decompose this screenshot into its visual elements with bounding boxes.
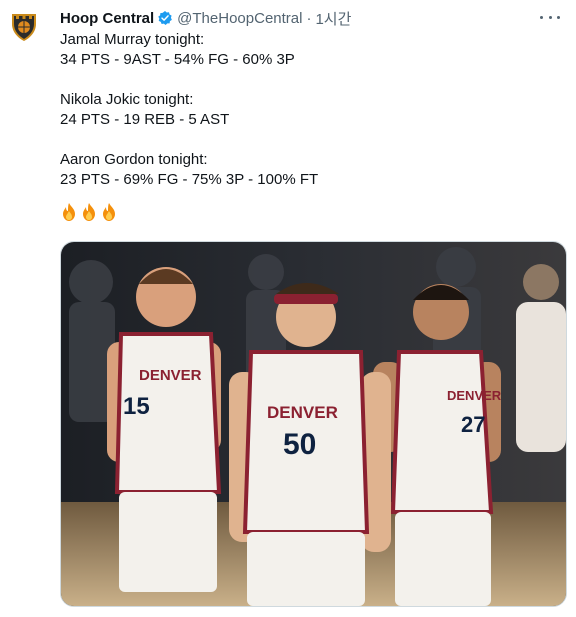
emoji-row	[60, 202, 556, 222]
jersey-team-2: DENVER	[267, 403, 338, 422]
tweet-text: Jamal Murray tonight: 34 PTS - 9AST - 54…	[60, 30, 556, 222]
display-name[interactable]: Hoop Central	[60, 10, 154, 27]
tweet-line: Nikola Jokic tonight:	[60, 91, 194, 108]
tweet-header: Hoop Central @TheHoopCentral · 1시간	[60, 8, 560, 28]
tweet-line: Aaron Gordon tonight:	[60, 151, 208, 168]
tweet-line: Jamal Murray tonight:	[60, 31, 205, 48]
jersey-number-2: 50	[283, 428, 316, 461]
jersey-team-3: DENVER	[447, 388, 502, 403]
jersey-number-3: 27	[461, 412, 485, 437]
timestamp[interactable]: 1시간	[315, 8, 351, 29]
more-options-icon[interactable]	[540, 10, 560, 24]
fire-icon	[63, 203, 75, 221]
photo-illustration: DENVER 15 DENVER 27 DENVER 50	[61, 242, 566, 606]
avatar[interactable]	[8, 10, 40, 42]
jersey-team-1: DENVER	[139, 367, 202, 384]
separator-dot: ·	[306, 9, 312, 27]
verified-badge-icon	[158, 11, 173, 25]
fire-icon	[103, 203, 115, 221]
tweet-line: 24 PTS - 19 REB - 5 AST	[60, 111, 230, 128]
tweet-line: 23 PTS - 69% FG - 75% 3P - 100% FT	[60, 171, 319, 188]
tweet-photo[interactable]: DENVER 15 DENVER 27 DENVER 50	[60, 241, 567, 607]
tweet-line: 34 PTS - 9AST - 54% FG - 60% 3P	[60, 51, 295, 68]
jersey-number-1: 15	[123, 393, 150, 420]
user-handle[interactable]: @TheHoopCentral	[177, 10, 302, 27]
fire-icon	[83, 203, 95, 221]
